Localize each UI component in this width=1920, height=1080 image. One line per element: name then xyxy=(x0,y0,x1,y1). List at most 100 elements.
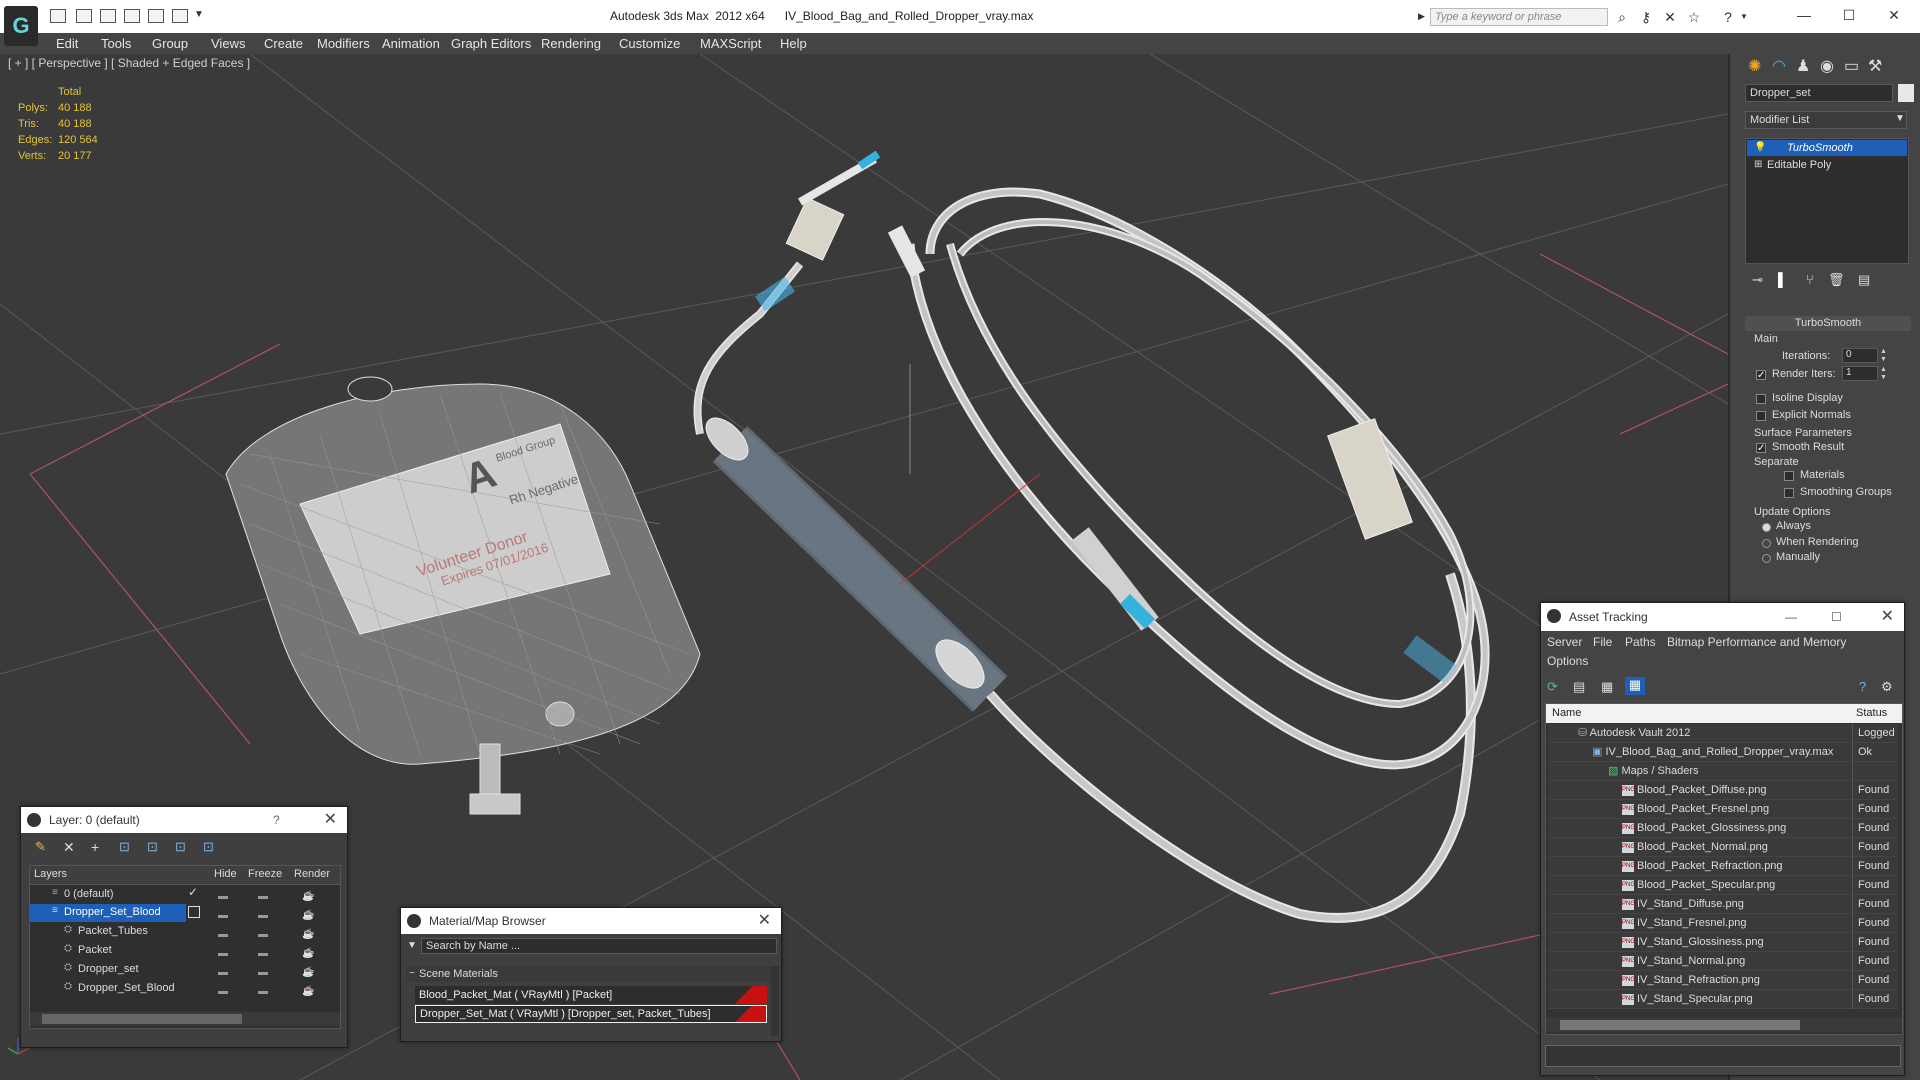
render-iters-spinner[interactable]: 1 xyxy=(1842,366,1878,381)
app-menu-logo-icon[interactable]: G xyxy=(4,6,38,46)
new-file-icon[interactable] xyxy=(50,9,66,23)
asset-row[interactable]: ▣ IV_Blood_Bag_and_Rolled_Dropper_vray.m… xyxy=(1548,743,1898,762)
asset-row[interactable]: PNG Blood_Packet_Diffuse.png xyxy=(1548,781,1898,800)
render-iters-checkbox[interactable] xyxy=(1756,370,1766,380)
viewport-label-menu[interactable]: [ + ] [ Perspective ] [ Shaded + Edged F… xyxy=(8,56,250,70)
remove-modifier-icon[interactable]: 🗑 xyxy=(1828,272,1845,288)
scrollbar-thumb[interactable] xyxy=(1560,1020,1800,1030)
menu-file[interactable]: File xyxy=(1593,635,1612,649)
asset-row[interactable]: PNG Blood_Packet_Glossiness.png xyxy=(1548,819,1898,838)
menu-modifiers[interactable]: Modifiers xyxy=(317,33,370,54)
maximize-icon[interactable]: ☐ xyxy=(1831,603,1842,631)
asset-row[interactable]: PNG Blood_Packet_Normal.png xyxy=(1548,838,1898,857)
iterations-spinner[interactable]: 0 xyxy=(1842,348,1878,363)
update-always-radio[interactable] xyxy=(1762,523,1771,532)
col-layers[interactable]: Layers xyxy=(34,868,67,880)
material-item-selected[interactable]: Dropper_Set_Mat ( VRayMtl ) [Dropper_set… xyxy=(415,1005,767,1023)
minimize-icon[interactable]: — xyxy=(1785,603,1797,631)
modify-tab-icon[interactable]: ◠ xyxy=(1772,56,1796,78)
minimize-icon[interactable]: — xyxy=(1790,4,1818,26)
menu-animation[interactable]: Animation xyxy=(382,33,440,54)
table-view-icon[interactable]: ▦ xyxy=(1601,679,1613,695)
freeze-all-layers-icon[interactable]: ⊡ xyxy=(203,839,214,855)
expand-plus-icon[interactable]: ⊞ xyxy=(1754,159,1762,170)
separate-materials-checkbox[interactable] xyxy=(1784,471,1794,481)
infocenter-search-input[interactable]: Type a keyword or phrase xyxy=(1430,8,1608,26)
scrollbar-thumb[interactable] xyxy=(42,1014,242,1024)
layer-row[interactable]: Dropper_Set_Blood xyxy=(64,903,161,922)
browser-scrollbar[interactable] xyxy=(771,966,779,1036)
stack-item-editable-poly[interactable]: Editable Poly xyxy=(1747,157,1907,173)
create-tab-icon[interactable]: ✺ xyxy=(1748,56,1772,78)
binoculars-icon[interactable]: ⌕ xyxy=(1614,9,1630,25)
browser-options-chevron-icon[interactable]: ▼ xyxy=(407,940,417,951)
spinner-arrows-icon[interactable]: ▲ ▼ xyxy=(1880,366,1887,382)
hide-all-layers-icon[interactable]: ⊡ xyxy=(175,839,186,855)
material-search-input[interactable]: Search by Name ... xyxy=(421,938,777,954)
object-name-field[interactable]: Dropper_set xyxy=(1745,84,1893,102)
settings-icon[interactable]: ⚙ xyxy=(1881,679,1893,695)
quick-access-dropdown-icon[interactable]: ▼ xyxy=(194,9,204,20)
layer-row[interactable]: 0 (default) xyxy=(64,885,114,904)
layer-object-row[interactable]: Dropper_Set_Blood xyxy=(78,979,175,998)
make-unique-icon[interactable]: ⑂ xyxy=(1806,272,1814,287)
maximize-icon[interactable]: ☐ xyxy=(1835,4,1863,26)
delete-layer-icon[interactable]: ✕ xyxy=(63,839,75,856)
spinner-arrows-icon[interactable]: ▲ ▼ xyxy=(1880,348,1887,364)
expand-search-icon[interactable]: ▶ xyxy=(1418,11,1425,22)
display-tab-icon[interactable]: ▭ xyxy=(1844,56,1868,78)
select-objects-icon[interactable]: ⊡ xyxy=(119,839,130,855)
material-item[interactable]: Blood_Packet_Mat ( VRayMtl ) [Packet] xyxy=(415,986,767,1004)
list-view-icon[interactable]: ▤ xyxy=(1573,679,1585,695)
pin-stack-icon[interactable]: ⊸ xyxy=(1752,272,1763,288)
create-layer-icon[interactable]: ✎ xyxy=(35,839,46,855)
open-file-icon[interactable] xyxy=(76,9,92,23)
asset-row[interactable]: PNG IV_Stand_Diffuse.png xyxy=(1548,895,1898,914)
menu-server[interactable]: Server xyxy=(1547,635,1582,649)
utilities-tab-icon[interactable]: ⚒ xyxy=(1868,56,1892,78)
smooth-result-checkbox[interactable] xyxy=(1756,443,1766,453)
menu-graph-editors[interactable]: Graph Editors xyxy=(451,33,531,54)
help-icon[interactable]: ? xyxy=(1859,679,1866,694)
separate-smoothing-groups-checkbox[interactable] xyxy=(1784,488,1794,498)
col-render[interactable]: Render xyxy=(294,868,330,880)
isoline-display-checkbox[interactable] xyxy=(1756,394,1766,404)
show-end-result-icon[interactable]: ▌ xyxy=(1778,272,1787,287)
freeze-toggles[interactable]: ▬ ▬ ▬ ▬ ▬ ▬ xyxy=(258,887,268,1001)
save-file-icon[interactable] xyxy=(100,9,116,23)
layer-object-row[interactable]: Dropper_set xyxy=(78,960,139,979)
project-folder-icon[interactable] xyxy=(172,9,188,23)
layer-horizontal-scrollbar[interactable] xyxy=(30,1012,340,1026)
render-teapot-icon[interactable]: ☕ ☕ ☕ ☕ ☕ ☕ xyxy=(302,887,314,1001)
asset-row[interactable]: ⛁ Autodesk Vault 2012 xyxy=(1548,724,1898,743)
hide-toggles[interactable]: ▬ ▬ ▬ ▬ ▬ ▬ xyxy=(218,887,228,1001)
menu-help[interactable]: Help xyxy=(780,33,807,54)
close-window-icon[interactable]: ✕ xyxy=(1880,4,1908,26)
current-layer-check-icon[interactable]: ✓ xyxy=(188,885,198,899)
stack-item-turbosmooth[interactable]: TurboSmooth xyxy=(1747,140,1907,156)
asset-tracking-titlebar[interactable]: Asset Tracking — ☐ ✕ xyxy=(1541,603,1904,631)
collapse-minus-icon[interactable]: − xyxy=(409,968,415,979)
asset-row[interactable]: PNG IV_Stand_Glossiness.png xyxy=(1548,933,1898,952)
undo-icon[interactable] xyxy=(124,9,140,23)
update-when-rendering-radio[interactable] xyxy=(1762,539,1771,548)
modifier-list-dropdown[interactable]: Modifier List xyxy=(1745,111,1907,129)
menu-create[interactable]: Create xyxy=(264,33,303,54)
set-current-layer-icon[interactable] xyxy=(188,906,200,918)
motion-tab-icon[interactable]: ◉ xyxy=(1820,56,1844,78)
asset-row[interactable]: PNG IV_Stand_Fresnel.png xyxy=(1548,914,1898,933)
lightbulb-icon[interactable]: 💡 xyxy=(1754,142,1766,153)
object-color-swatch[interactable] xyxy=(1898,84,1914,102)
asset-row[interactable]: PNG Blood_Packet_Specular.png xyxy=(1548,876,1898,895)
menu-tools[interactable]: Tools xyxy=(101,33,131,54)
menu-options[interactable]: Options xyxy=(1547,654,1588,668)
communication-center-icon[interactable]: ✕ xyxy=(1662,9,1678,25)
scene-materials-header[interactable]: Scene Materials xyxy=(407,966,779,982)
asset-status-field[interactable] xyxy=(1545,1045,1901,1067)
menu-edit[interactable]: Edit xyxy=(56,33,78,54)
add-to-layer-icon[interactable]: + xyxy=(91,839,99,855)
redo-icon[interactable] xyxy=(148,9,164,23)
grid-view-icon[interactable]: ▦ xyxy=(1625,677,1645,695)
rollout-title[interactable]: TurboSmooth xyxy=(1745,316,1911,331)
asset-row[interactable]: PNG IV_Stand_Refraction.png xyxy=(1548,971,1898,990)
